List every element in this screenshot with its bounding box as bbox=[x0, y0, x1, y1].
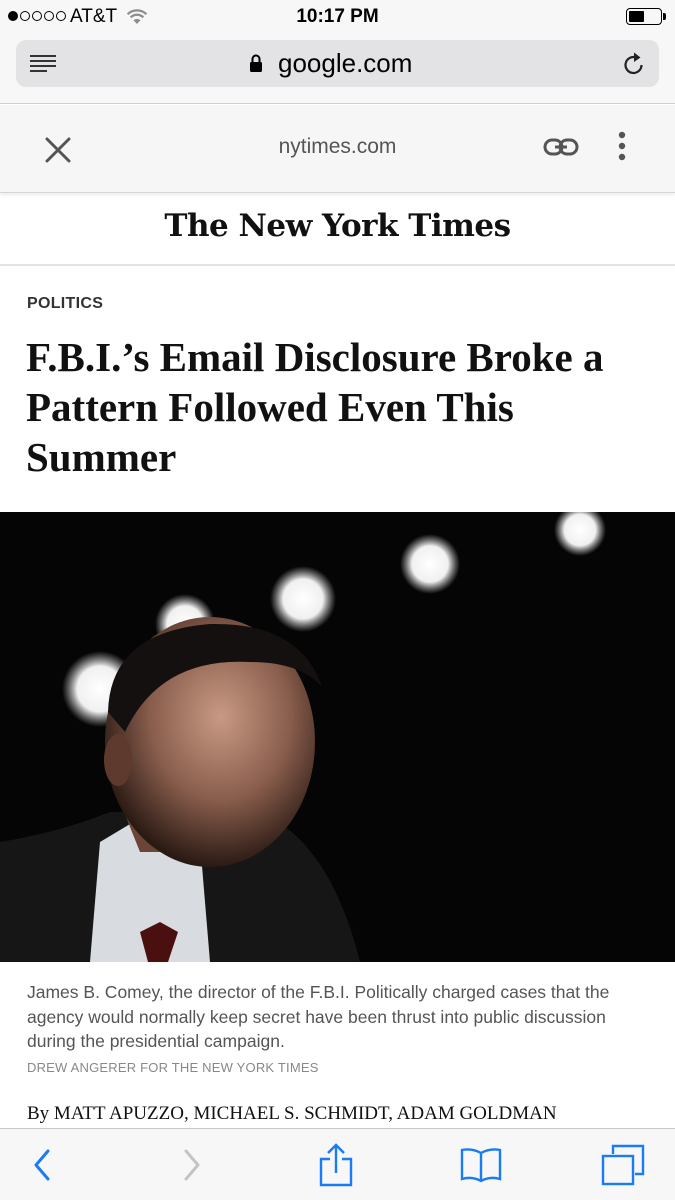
more-vertical-icon[interactable] bbox=[617, 131, 627, 166]
photo-caption: James B. Comey, the director of the F.B.… bbox=[27, 982, 610, 1051]
back-icon[interactable] bbox=[20, 1129, 64, 1200]
byline: By MATT APUZZO, MICHAEL S. SCHMIDT, ADAM… bbox=[27, 1103, 557, 1124]
status-bar: AT&T 10:17 PM bbox=[0, 0, 675, 34]
headline: F.B.I.’s Email Disclosure Broke a Patter… bbox=[26, 334, 604, 480]
lock-icon bbox=[249, 53, 263, 78]
bottom-toolbar bbox=[0, 1128, 675, 1200]
url-text[interactable]: google.com bbox=[278, 48, 412, 79]
tabs-icon[interactable] bbox=[598, 1129, 648, 1200]
link-icon[interactable] bbox=[543, 137, 579, 162]
battery-icon bbox=[626, 8, 662, 25]
nyt-logo[interactable]: The New York Times bbox=[0, 208, 675, 244]
battery-tip bbox=[663, 13, 666, 20]
clock: 10:17 PM bbox=[296, 6, 379, 27]
reload-icon[interactable] bbox=[622, 51, 646, 82]
url-field[interactable]: google.com bbox=[16, 40, 659, 87]
section-label[interactable]: POLITICS bbox=[27, 295, 103, 313]
article-photo bbox=[0, 512, 675, 962]
photo-credit: DREW ANGERER FOR THE NEW YORK TIMES bbox=[27, 1060, 319, 1075]
amp-viewer-header: nytimes.com bbox=[0, 105, 675, 193]
forward-icon[interactable] bbox=[170, 1129, 214, 1200]
bookmarks-icon[interactable] bbox=[455, 1129, 507, 1200]
safari-address-bar: google.com bbox=[0, 34, 675, 104]
share-icon[interactable] bbox=[314, 1129, 358, 1200]
masthead: The New York Times bbox=[0, 194, 675, 266]
reader-icon[interactable] bbox=[30, 55, 56, 77]
